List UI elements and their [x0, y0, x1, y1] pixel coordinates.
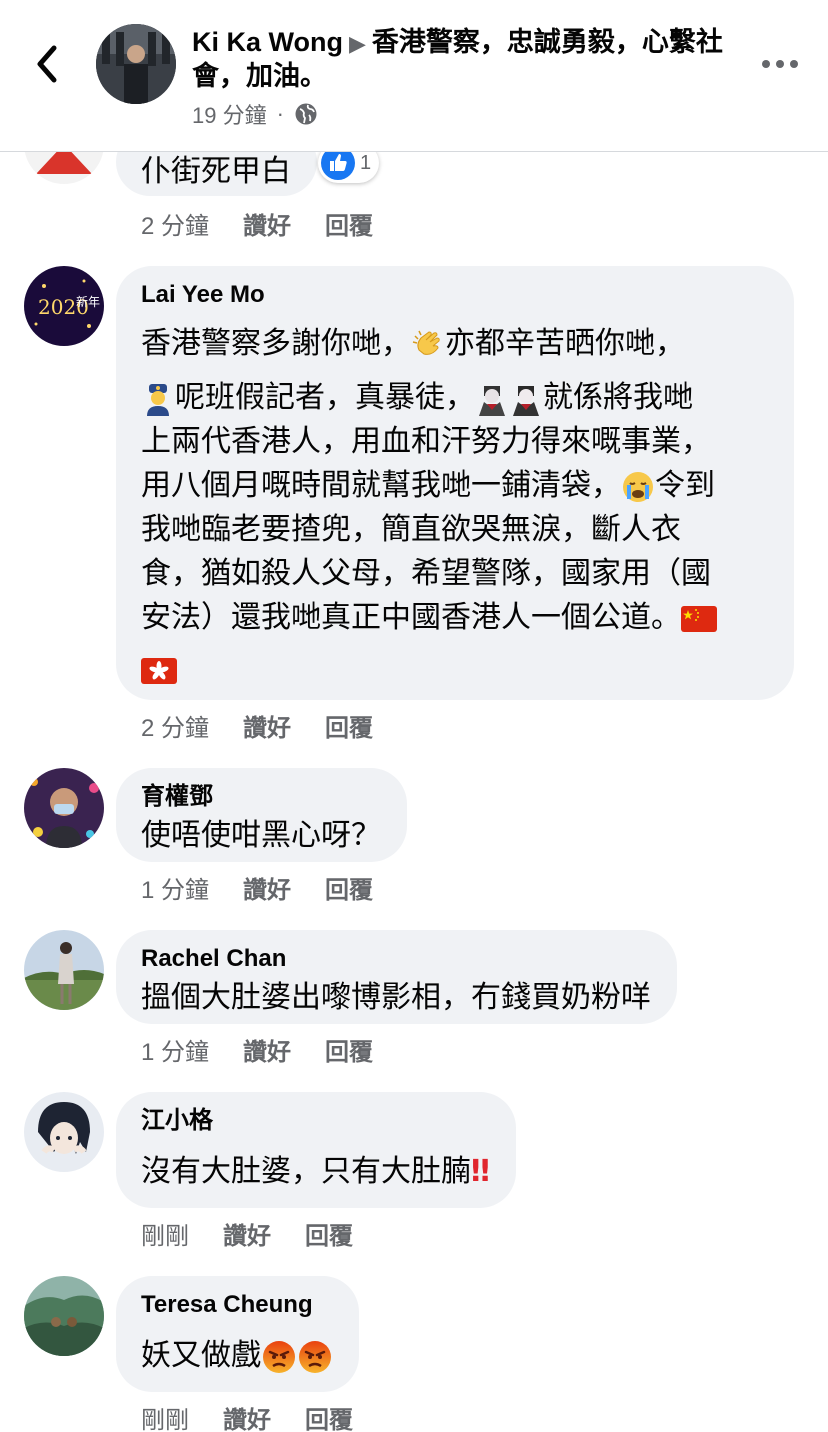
text-line: 食，猶如殺人父母，希望警隊，國家用（國 — [141, 556, 711, 591]
commenter-avatar[interactable] — [24, 930, 104, 1010]
svg-text:新年: 新年 — [76, 294, 100, 309]
like-button[interactable]: 讚好 — [223, 1216, 271, 1251]
arrow-icon: ▶ — [349, 31, 366, 56]
crying-face-icon — [623, 471, 653, 502]
comment-text: 香港警察多謝你哋， 亦都辛苦晒你哋， 呢班假記者，真暴徒， 就係將我哋 上兩代香港人… — [141, 322, 768, 692]
comment-author[interactable]: Teresa Cheung — [141, 1290, 333, 1320]
like-button[interactable]: 讚好 — [223, 1400, 271, 1432]
police-officer-icon — [147, 383, 169, 416]
comment-time[interactable]: 剛剛 — [141, 1216, 189, 1251]
dot-icon — [762, 60, 770, 68]
comment-time[interactable]: 2 分鐘 — [141, 708, 209, 743]
comment-bubble: 育權鄧 使唔使咁黑心呀？ — [116, 768, 407, 862]
post-meta: 19 分鐘 · — [192, 98, 318, 130]
comment-author[interactable]: 江小格 — [141, 1106, 490, 1136]
globe-icon — [295, 103, 317, 125]
comment-time[interactable]: 1 分鐘 — [141, 870, 209, 905]
comment-bubble: Teresa Cheung 妖又做戲 — [116, 1276, 359, 1392]
text-line: 就係將我哋 — [543, 380, 693, 415]
reply-button[interactable]: 回覆 — [325, 206, 373, 241]
post-title: Ki Ka Wong ▶ 香港警察，忠誠勇毅，心繫社會，加油。 — [192, 26, 732, 93]
comment-time[interactable]: 2 分鐘 — [141, 206, 209, 241]
text-line: 令到 — [655, 468, 715, 503]
comment-bubble: 江小格 沒有大肚婆，只有大肚腩‼ — [116, 1092, 516, 1208]
post-author-avatar[interactable] — [96, 24, 176, 104]
text-line: 亦都辛苦晒你哋， — [445, 326, 685, 361]
commenter-avatar[interactable] — [24, 1276, 104, 1356]
meta-separator: · — [276, 101, 284, 126]
vampire-icon — [513, 385, 539, 416]
comment-text: 使唔使咁黑心呀？ — [141, 818, 381, 853]
commenter-avatar[interactable] — [24, 1092, 104, 1172]
text-line: 上兩代香港人，用血和汗努力得來嘅事業， — [141, 424, 711, 459]
angry-face-icon — [263, 1340, 295, 1373]
double-exclamation-icon: ‼ — [471, 1154, 490, 1189]
like-count: 1 — [360, 151, 372, 174]
text-line: 香港警察多謝你哋， — [141, 326, 411, 361]
text-line: 呢班假記者，真暴徒， — [175, 380, 475, 415]
chevron-left-icon — [37, 45, 57, 83]
vampire-icon — [479, 385, 505, 416]
comment-actions: 2 分鐘 讚好 回覆 — [141, 206, 373, 241]
like-button[interactable]: 讚好 — [243, 708, 291, 743]
comment-actions: 1 分鐘 讚好 回覆 — [141, 870, 373, 905]
commenter-avatar[interactable] — [24, 768, 104, 848]
reply-button[interactable]: 回覆 — [305, 1216, 353, 1251]
more-options-button[interactable] — [762, 56, 798, 72]
comment-time[interactable]: 1 分鐘 — [141, 1032, 209, 1067]
hong-kong-flag-icon — [141, 657, 177, 684]
comment-author[interactable]: Lai Yee Mo — [141, 280, 768, 310]
comment-bubble: Lai Yee Mo 香港警察多謝你哋， 亦都辛苦晒你哋， 呢班假記者，真暴徒， 就… — [116, 266, 794, 700]
dot-icon — [790, 60, 798, 68]
text-line: 用八個月嘅時間就幫我哋一鋪清袋， — [141, 468, 621, 503]
comment-text: 搵個大肚婆出嚟博影相，冇錢買奶粉咩 — [141, 980, 651, 1015]
reply-button[interactable]: 回覆 — [325, 870, 373, 905]
china-flag-icon — [681, 605, 717, 632]
post-header: Ki Ka Wong ▶ 香港警察，忠誠勇毅，心繫社會，加油。 19 分鐘 · — [0, 0, 828, 152]
text-line: 安法）還我哋真正中國香港人一個公道。 — [141, 600, 681, 635]
comment-text: 妖又做戲 — [141, 1334, 333, 1378]
reply-button[interactable]: 回覆 — [325, 1032, 373, 1067]
reply-button[interactable]: 回覆 — [305, 1400, 353, 1432]
comment-actions: 剛剛 讚好 回覆 — [141, 1216, 353, 1251]
comment-text: 沒有大肚婆，只有大肚腩‼ — [141, 1150, 490, 1194]
post-author-name[interactable]: Ki Ka Wong — [192, 27, 343, 57]
back-button[interactable] — [30, 42, 66, 86]
comment-author[interactable]: 育權鄧 — [141, 782, 381, 812]
comment-bubble: Rachel Chan 搵個大肚婆出嚟博影相，冇錢買奶粉咩 — [116, 930, 677, 1024]
comment-actions: 剛剛 讚好 回覆 — [141, 1400, 353, 1432]
dot-icon — [776, 60, 784, 68]
reply-button[interactable]: 回覆 — [325, 708, 373, 743]
angry-face-icon — [299, 1340, 331, 1373]
post-time[interactable]: 19 分鐘 — [192, 98, 267, 130]
like-button[interactable]: 讚好 — [243, 1032, 291, 1067]
comment-actions: 1 分鐘 讚好 回覆 — [141, 1032, 373, 1067]
text-line: 妖又做戲 — [141, 1338, 261, 1373]
clapping-hands-icon — [412, 330, 440, 355]
text-line: 我哋臨老要揸兜，簡直欲哭無淚，斷人衣 — [141, 512, 681, 547]
comment-text: 仆街死甲白 — [141, 154, 291, 189]
commenter-avatar[interactable]: 2020 新年 — [24, 266, 104, 346]
like-button[interactable]: 讚好 — [243, 870, 291, 905]
text-line: 沒有大肚婆，只有大肚腩 — [141, 1154, 471, 1189]
comment-time[interactable]: 剛剛 — [141, 1400, 189, 1432]
like-button[interactable]: 讚好 — [243, 206, 291, 241]
comment-actions: 2 分鐘 讚好 回覆 — [141, 708, 373, 743]
comment-author[interactable]: Rachel Chan — [141, 944, 651, 974]
